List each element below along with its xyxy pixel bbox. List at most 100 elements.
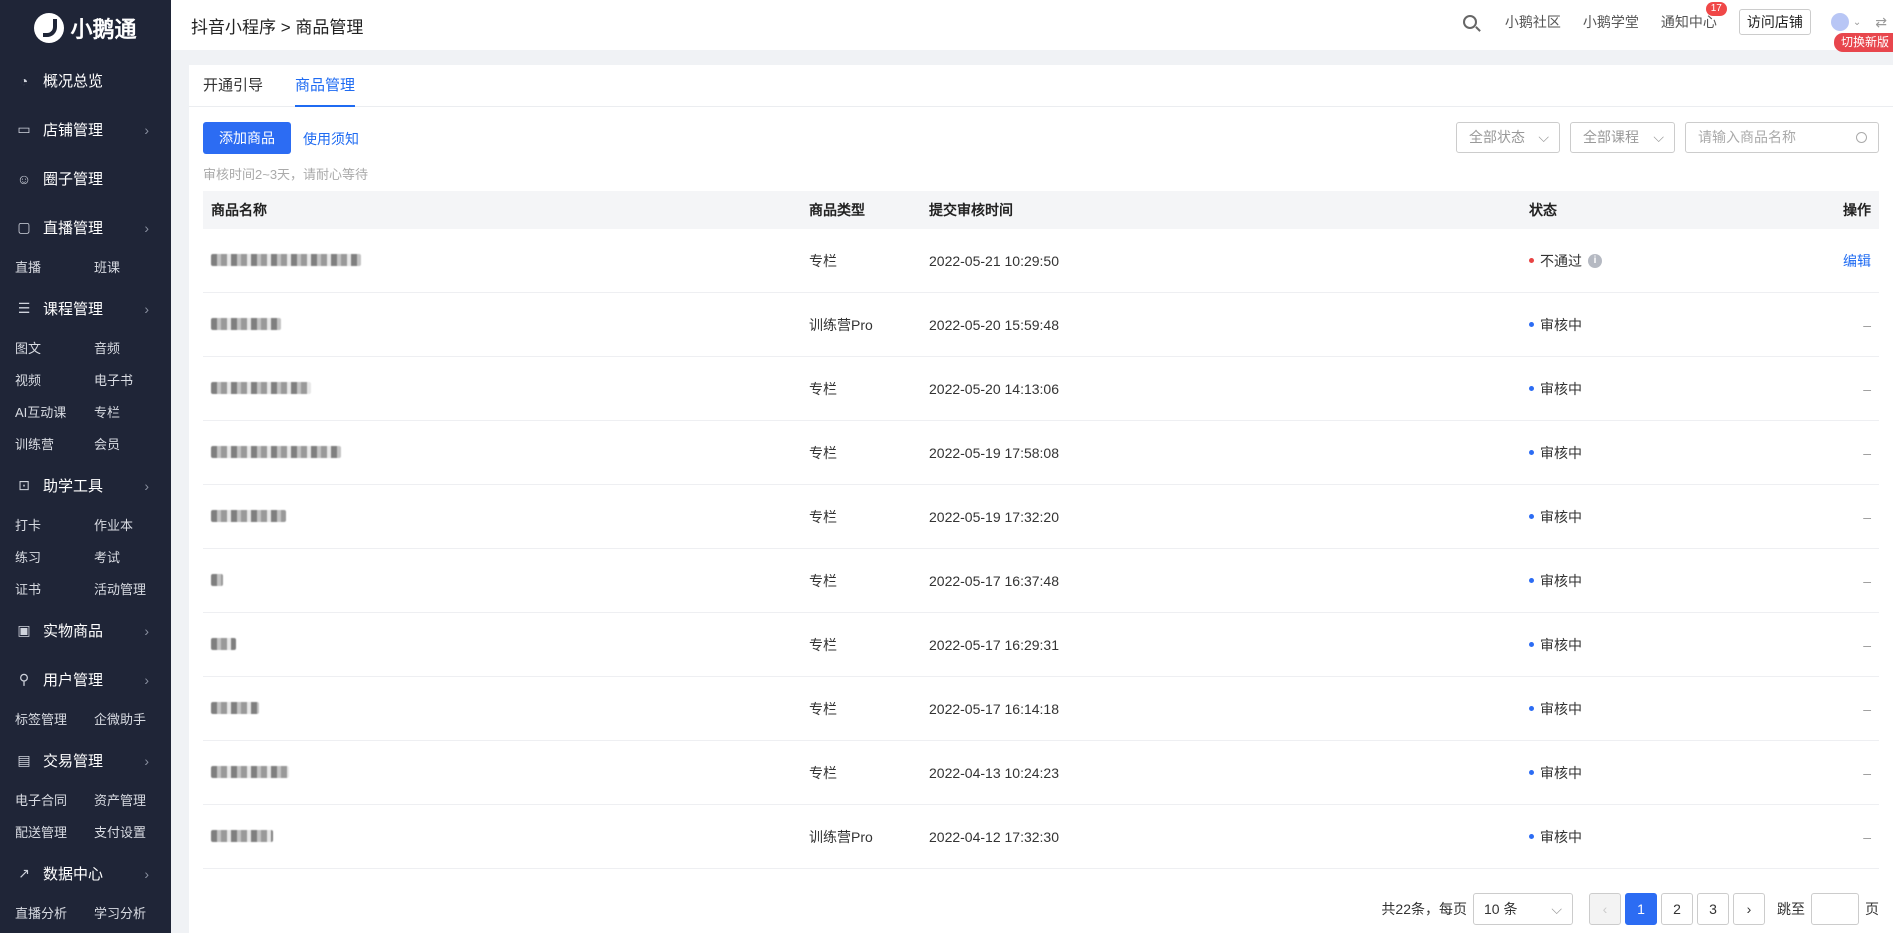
sidebar-subitem[interactable]: 考试 — [94, 542, 171, 574]
product-type-cell: 专栏 — [809, 252, 837, 269]
status-dot — [1529, 258, 1534, 263]
chevron-down-icon[interactable]: ⌄ — [1853, 17, 1861, 28]
sidebar-submenu: 直播 班课 — [0, 252, 171, 284]
sidebar-subitem[interactable]: 直播分析 — [15, 898, 94, 930]
tab-guide[interactable]: 开通引导 — [203, 65, 263, 106]
page-size-value: 10 条 — [1484, 901, 1518, 917]
page-number-button[interactable]: 1 — [1625, 893, 1657, 925]
sidebar-subitem[interactable]: 活动管理 — [94, 574, 171, 606]
next-page-button[interactable]: › — [1733, 893, 1765, 925]
jump-page-input[interactable] — [1811, 893, 1859, 925]
sidebar-subitem[interactable]: 支付设置 — [94, 817, 171, 849]
group-icon: ☺ — [16, 170, 32, 187]
sidebar-item[interactable]: ☰ 课程管理 › — [0, 284, 171, 333]
page-size-select[interactable]: 10 条 ⌵ — [1473, 893, 1573, 925]
op-placeholder: – — [1863, 316, 1871, 333]
sidebar-subitem[interactable]: 配送管理 — [15, 817, 94, 849]
op-placeholder: – — [1863, 828, 1871, 845]
sidebar-subitem[interactable]: 资产管理 — [94, 785, 171, 817]
notify-center-label: 通知中心 — [1660, 14, 1717, 30]
school-link[interactable]: 小鹅学堂 — [1583, 12, 1639, 32]
sidebar-subitem[interactable]: 企微助手 — [94, 704, 171, 736]
sidebar-subitem[interactable]: 视频 — [15, 365, 94, 397]
op-placeholder: – — [1863, 700, 1871, 717]
status-filter-select[interactable]: 全部状态 ⌵ — [1456, 122, 1560, 153]
sidebar-subitem[interactable]: 训练营 — [15, 429, 94, 461]
sidebar-subitem[interactable]: 会员 — [94, 429, 171, 461]
sidebar-item[interactable]: ↗ 数据中心 › — [0, 849, 171, 898]
store-icon: ▭ — [17, 121, 31, 137]
product-search-input[interactable]: 请输入商品名称 — [1685, 122, 1879, 153]
prev-page-button[interactable]: ‹ — [1589, 893, 1621, 925]
sidebar-subitem[interactable]: 直播 — [15, 252, 94, 284]
user-icon: ⚲ — [18, 671, 30, 687]
brand-name: 小鹅通 — [70, 17, 137, 42]
product-type-cell: 专栏 — [809, 444, 837, 461]
table-row: 专栏 2022-05-21 10:29:50 不通过 i 编辑 — [203, 229, 1879, 293]
sidebar-item[interactable]: ⊡ 助学工具 › — [0, 461, 171, 510]
sidebar-subitem[interactable]: 音频 — [94, 333, 171, 365]
topbar: 抖音小程序 > 商品管理 小鹅社区 小鹅学堂 通知中心 17 访问店铺 ⌄ ⇄ … — [171, 0, 1893, 52]
chevron-right-icon: › — [144, 671, 149, 688]
sidebar-item[interactable]: ▭ 店铺管理 › — [0, 105, 171, 154]
sidebar-subitem[interactable]: 图文 — [15, 333, 94, 365]
main-panel: 开通引导 商品管理 添加商品 使用须知 全部状态 ⌵ 全部课程 ⌵ 请输入商品名… — [189, 65, 1893, 933]
redacted-name — [211, 829, 273, 842]
product-name-cell — [211, 445, 341, 461]
col-name-header: 商品名称 — [211, 202, 267, 218]
sidebar-subitem[interactable]: 练习 — [15, 542, 94, 574]
sidebar-item[interactable]: ▢ 直播管理 › — [0, 203, 171, 252]
sidebar-submenu: 标签管理 企微助手 — [0, 704, 171, 736]
page-number-button[interactable]: 2 — [1661, 893, 1693, 925]
search-icon[interactable] — [1462, 15, 1477, 29]
op-placeholder: – — [1863, 380, 1871, 397]
tab-product-manage[interactable]: 商品管理 — [295, 65, 356, 107]
info-icon[interactable]: i — [1588, 253, 1602, 268]
sidebar-subitem[interactable]: 证书 — [15, 574, 94, 606]
sidebar-item[interactable]: ◔ 概况总览 — [0, 56, 171, 105]
sidebar-subitem[interactable]: 电子合同 — [15, 785, 94, 817]
brand-logo[interactable]: 小鹅通 — [0, 0, 171, 56]
search-icon[interactable] — [1856, 132, 1867, 143]
switch-icon[interactable]: ⇄ — [1875, 14, 1887, 31]
sidebar-subitem[interactable]: 学习分析 — [94, 898, 171, 930]
sidebar-item[interactable]: ☺ 圈子管理 — [0, 154, 171, 203]
chevron-right-icon: › — [144, 752, 149, 769]
bag-icon: ▣ — [17, 622, 31, 638]
visit-store-button[interactable]: 访问店铺 — [1738, 9, 1811, 35]
sidebar: 小鹅通 ◔ 概况总览 ▭ 店铺管理 › ☺ 圈子管理 ▢ 直播管理 › 直播 班课 ☰ 课程管理 › 图文 音频… — [0, 0, 171, 933]
submit-time-cell: 2022-05-17 16:37:48 — [929, 572, 1059, 589]
edit-link[interactable]: 编辑 — [1843, 251, 1871, 271]
page-number-button[interactable]: 3 — [1697, 893, 1729, 925]
col-op-header: 操作 — [1843, 202, 1871, 218]
sidebar-item-label: 圈子管理 — [43, 171, 104, 188]
product-type-cell: 专栏 — [809, 764, 837, 781]
sidebar-item[interactable]: ▤ 交易管理 › — [0, 736, 171, 785]
sidebar-subitem[interactable]: 打卡 — [15, 510, 94, 542]
avatar[interactable] — [1830, 13, 1849, 31]
switch-new-version-button[interactable]: 切换新版 — [1833, 33, 1893, 52]
sidebar-subitem[interactable]: AI互动课 — [15, 397, 94, 429]
search-placeholder: 请输入商品名称 — [1698, 129, 1796, 145]
status-dot — [1529, 386, 1534, 391]
op-placeholder: – — [1863, 636, 1871, 653]
add-product-button[interactable]: 添加商品 — [203, 122, 291, 154]
redacted-name — [211, 637, 236, 650]
sidebar-item-label: 店铺管理 — [43, 122, 104, 139]
sidebar-subitem[interactable]: 标签管理 — [15, 704, 94, 736]
sidebar-item[interactable]: ⚲ 用户管理 › — [0, 655, 171, 704]
notify-center-link[interactable]: 通知中心 17 — [1660, 2, 1727, 32]
sidebar-subitem[interactable]: 作业本 — [94, 510, 171, 542]
status-dot — [1529, 770, 1534, 775]
sidebar-subitem[interactable]: 班课 — [94, 252, 171, 284]
usage-notice-link[interactable]: 使用须知 — [303, 129, 359, 149]
redacted-name — [211, 253, 361, 266]
product-type-cell: 训练营Pro — [809, 828, 873, 845]
community-link[interactable]: 小鹅社区 — [1505, 12, 1561, 32]
sidebar-item[interactable]: ▣ 实物商品 › — [0, 606, 171, 655]
submit-time-cell: 2022-04-12 17:32:30 — [929, 828, 1059, 845]
sidebar-subitem[interactable]: 专栏 — [94, 397, 171, 429]
course-filter-select[interactable]: 全部课程 ⌵ — [1570, 122, 1675, 153]
sidebar-subitem[interactable]: 电子书 — [94, 365, 171, 397]
redacted-name — [211, 765, 289, 778]
